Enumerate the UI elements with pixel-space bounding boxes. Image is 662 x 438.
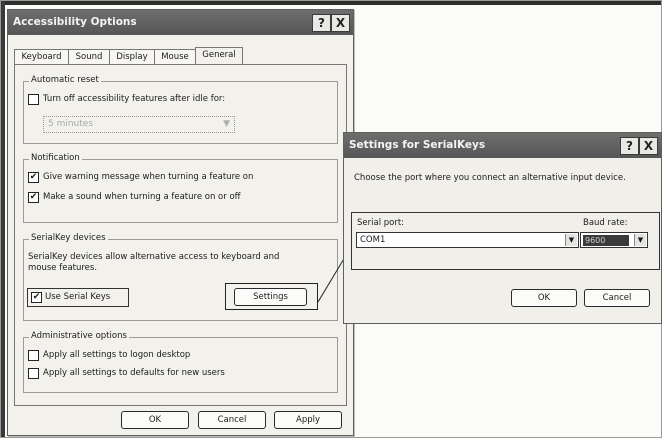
baud-rate-label: Baud rate:: [583, 218, 628, 228]
serialkeys-cancel-button[interactable]: Cancel: [584, 289, 650, 307]
baud-rate-select[interactable]: 9600 ▼: [580, 232, 648, 248]
serial-port-label: Serial port:: [357, 218, 405, 228]
chevron-down-icon[interactable]: ▼: [634, 234, 646, 246]
baud-rate-value: 9600: [583, 235, 629, 246]
serialkeys-dialog-title: Settings for SerialKeys: [349, 139, 486, 151]
serial-port-value: COM1: [360, 235, 386, 245]
serialkeys-titlebar[interactable]: Settings for SerialKeys ? X: [344, 133, 661, 158]
serial-port-select[interactable]: COM1 ▼: [356, 232, 579, 248]
serialkeys-ok-button[interactable]: OK: [511, 289, 577, 307]
port-instruction: Choose the port where you connect an alt…: [354, 173, 626, 183]
serialkeys-help-button[interactable]: ?: [620, 137, 639, 155]
chevron-down-icon[interactable]: ▼: [565, 234, 577, 246]
serialkeys-close-button[interactable]: X: [639, 137, 658, 155]
serialkeys-settings-dialog: Settings for SerialKeys ? X Choose the p…: [343, 132, 662, 324]
